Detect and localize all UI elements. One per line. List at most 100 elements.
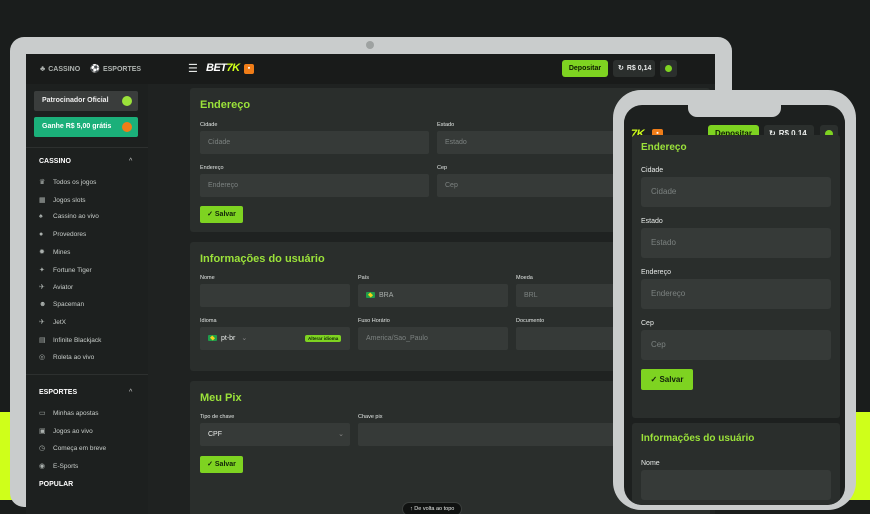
cidade-field[interactable]: Cidade (200, 131, 429, 154)
brand-logo[interactable]: BET7K (206, 62, 240, 74)
address-title-mobile: Endereço (641, 142, 687, 153)
estado-field-mobile[interactable]: Estado (641, 228, 831, 258)
address-title: Endereço (200, 99, 251, 111)
endereco-label-mobile: Endereço (641, 269, 671, 276)
pais-field[interactable]: BRA (358, 284, 508, 307)
popular-section-header: POPULAR (39, 481, 74, 488)
gamepad-icon: ◉ (39, 463, 46, 470)
nome-field[interactable] (200, 284, 350, 307)
sidebar-item-spaceman[interactable]: ☻ Spaceman (39, 301, 84, 308)
estado-label-mobile: Estado (641, 218, 663, 225)
person-icon: ● (39, 231, 44, 238)
ball-icon: ⚽ (90, 64, 100, 73)
blackjack-icon: ▤ (39, 337, 46, 344)
slots-icon: ▦ (39, 197, 46, 204)
check-icon: ✓ (207, 461, 215, 468)
ticket-icon: ▭ (39, 410, 46, 417)
sidebar: Patrocinador Oficial Ganhe R$ 5,00 gráti… (26, 84, 148, 514)
nav-esportes-link[interactable]: ⚽ ESPORTES (90, 64, 141, 73)
crown-icon: ♛ (39, 179, 46, 186)
tipo-chave-label: Tipo de chave (200, 414, 235, 420)
cidade-label: Cidade (200, 122, 218, 128)
chave-pix-label: Chave pix (358, 414, 383, 420)
fuso-label: Fuso Horário (358, 318, 390, 324)
refresh-icon[interactable]: ↻ (618, 65, 624, 72)
phone-frame: 7K ▪ Depositar ↻ R$ 0,14 Endereço Cidade … (613, 90, 856, 510)
clock-icon: ◷ (39, 445, 46, 452)
back-to-top-button[interactable]: ↑ De volta ao topo (402, 502, 463, 514)
save-address-button[interactable]: ✓ Salvar (200, 206, 243, 223)
balance-display[interactable]: ↻ R$ 0,14 (613, 60, 655, 77)
tv-icon: ▣ (39, 428, 46, 435)
save-pix-button[interactable]: ✓ Salvar (200, 456, 243, 473)
sidebar-item-slots[interactable]: ▦ Jogos slots (39, 196, 86, 204)
address-card-mobile: Endereço Cidade Cidade Estado Estado End… (632, 135, 840, 418)
sidebar-item-providers[interactable]: ● Provedores (39, 231, 86, 238)
sidebar-item-jetx[interactable]: ✈ JetX (39, 318, 66, 326)
nome-field-mobile[interactable] (641, 470, 831, 500)
user-info-title: Informações do usuário (200, 253, 325, 265)
fuso-field[interactable]: America/Sao_Paulo (358, 327, 508, 350)
gift-icon (122, 122, 132, 132)
sidebar-item-my-bets[interactable]: ▭ Minhas apostas (39, 409, 99, 417)
chevron-down-icon: ⌄ (338, 431, 344, 438)
brazil-flag-icon (208, 335, 217, 342)
sidebar-item-roulette[interactable]: ◎ Roleta ao vivo (39, 353, 94, 361)
cep-field-mobile[interactable]: Cep (641, 330, 831, 360)
sidebar-item-fortune-tiger[interactable]: ✦ Fortune Tiger (39, 266, 92, 274)
camera-dot (366, 41, 374, 49)
casino-icon: ♣ (40, 64, 46, 73)
documento-label: Documento (516, 318, 545, 324)
laptop-screen: ♣ CASSINO ⚽ ESPORTES ☰ BET7K ▪ Depositar ↻… (26, 54, 715, 514)
sidebar-item-mines[interactable]: ✹ Mines (39, 248, 70, 256)
sidebar-item-aviator[interactable]: ✈ Aviator (39, 283, 73, 291)
cep-label: Cep (437, 165, 448, 171)
endereco-field[interactable]: Endereço (200, 174, 429, 197)
endereco-field-mobile[interactable]: Endereço (641, 279, 831, 309)
check-icon: ✓ (207, 211, 215, 218)
chevron-down-icon: ⌄ (241, 335, 248, 342)
jet-icon: ✈ (39, 319, 45, 326)
cards-icon: ♠ (39, 213, 43, 220)
sidebar-item-starting-soon[interactable]: ◷ Começa em breve (39, 444, 106, 452)
casino-section-header: CASSINO (39, 158, 71, 165)
deposit-button[interactable]: Depositar (562, 60, 608, 77)
sponsor-banner[interactable]: Patrocinador Oficial (34, 91, 138, 111)
bonus-banner[interactable]: Ganhe R$ 5,00 grátis (34, 117, 138, 137)
bomb-icon: ✹ (39, 249, 45, 256)
top-bar: ♣ CASSINO ⚽ ESPORTES ☰ BET7K ▪ Depositar ↻… (26, 54, 715, 84)
gift-icon[interactable]: ▪ (244, 64, 254, 74)
sidebar-item-blackjack[interactable]: ▤ Infinite Blackjack (39, 336, 101, 344)
estado-label: Estado (437, 122, 455, 128)
chevron-up-icon[interactable]: ^ (129, 158, 132, 165)
tipo-chave-select[interactable]: CPF ⌄ (200, 423, 350, 446)
change-language-button[interactable]: Alterar idioma (305, 335, 342, 342)
sidebar-item-live-games[interactable]: ▣ Jogos ao vivo (39, 427, 93, 435)
sidebar-item-esports[interactable]: ◉ E-Sports (39, 462, 78, 470)
nome-label: Nome (200, 275, 215, 281)
tiger-icon: ✦ (39, 267, 45, 274)
sidebar-item-todos[interactable]: ♛ Todos os jogos (39, 178, 96, 186)
moeda-label: Moeda (516, 275, 533, 281)
endereco-label: Endereço (200, 165, 224, 171)
sports-section-header: ESPORTES (39, 389, 78, 396)
cep-label-mobile: Cep (641, 320, 654, 327)
save-address-button-mobile[interactable]: ✓ Salvar (641, 369, 693, 390)
user-icon (665, 65, 672, 72)
idioma-label: Idioma (200, 318, 217, 324)
divider (26, 147, 148, 148)
user-info-card-mobile: Informações do usuário Nome (632, 423, 840, 505)
phone-screen: 7K ▪ Depositar ↻ R$ 0,14 Endereço Cidade … (624, 105, 845, 505)
menu-icon[interactable]: ☰ (188, 62, 198, 75)
nav-casino-link[interactable]: ♣ CASSINO (40, 64, 80, 73)
brazil-flag-icon (366, 292, 375, 299)
trophy-icon (122, 96, 132, 106)
sidebar-item-live-casino[interactable]: ♠ Cassino ao vivo (39, 213, 99, 220)
cidade-field-mobile[interactable]: Cidade (641, 177, 831, 207)
phone-notch (688, 105, 781, 117)
avatar[interactable] (660, 60, 677, 77)
divider (26, 374, 148, 375)
chevron-up-icon[interactable]: ^ (129, 389, 132, 396)
user-info-title-mobile: Informações do usuário (641, 433, 755, 444)
pix-title: Meu Pix (200, 392, 242, 404)
